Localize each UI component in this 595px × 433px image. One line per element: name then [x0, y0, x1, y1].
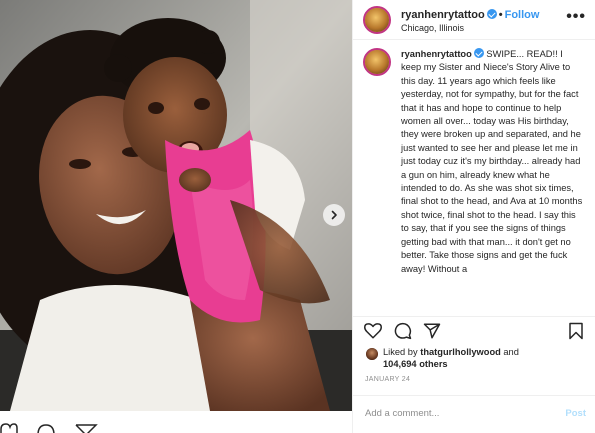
photo-illustration — [0, 0, 352, 411]
location-link[interactable]: Chicago, Illinois — [401, 23, 464, 33]
add-comment-row: Add a comment... Post — [353, 395, 595, 433]
separator-dot: • — [498, 9, 503, 21]
bookmark-icon[interactable] — [567, 322, 585, 340]
post-details-panel: ryanhenrytattoo • Follow Chicago, Illinois… — [352, 0, 595, 433]
heart-icon[interactable] — [364, 322, 382, 340]
caption: ryanhenrytattoo SWIPE... READ!! I keep m… — [401, 48, 585, 276]
likes-count-link[interactable]: 104,694 others — [383, 359, 448, 369]
caption-username[interactable]: ryanhenrytattoo — [401, 49, 472, 59]
heart-icon[interactable] — [0, 423, 18, 433]
caption-area: ryanhenrytattoo SWIPE... READ!! I keep m… — [353, 40, 595, 316]
comment-icon[interactable] — [36, 423, 56, 433]
post-header: ryanhenrytattoo • Follow Chicago, Illinois… — [353, 0, 595, 40]
post-photo[interactable] — [0, 0, 352, 411]
verified-badge-icon — [486, 9, 497, 19]
liked-by-prefix: Liked by — [383, 347, 418, 357]
verified-badge-icon — [473, 48, 484, 58]
header-username-line: ryanhenrytattoo • Follow — [401, 9, 539, 21]
action-bar — [353, 316, 595, 344]
caption-avatar[interactable] — [363, 48, 391, 76]
avatar[interactable] — [363, 6, 391, 34]
avatar-image — [365, 8, 389, 32]
post-comment-button[interactable]: Post — [565, 408, 586, 419]
liked-by-user-link[interactable]: thatgurlhollywood — [420, 347, 501, 357]
likes-summary: Liked by thatgurlhollywood and 104,694 o… — [383, 346, 519, 370]
avatar-image — [366, 348, 378, 360]
more-options-icon[interactable]: ••• — [566, 9, 586, 25]
next-slide-button[interactable] — [323, 204, 345, 226]
avatar-image — [365, 50, 389, 74]
username-link[interactable]: ryanhenrytattoo — [401, 9, 485, 21]
liked-by-and: and — [503, 347, 519, 357]
likes-row: Liked by thatgurlhollywood and 104,694 o… — [353, 344, 595, 374]
cropped-action-strip — [0, 411, 352, 433]
comment-icon[interactable] — [394, 322, 412, 340]
liker-avatar[interactable] — [365, 347, 379, 361]
follow-button[interactable]: Follow — [505, 9, 540, 21]
comment-input[interactable]: Add a comment... — [365, 408, 439, 419]
post-date[interactable]: JANUARY 24 — [365, 376, 410, 383]
share-icon[interactable] — [74, 423, 98, 433]
chevron-right-icon — [331, 210, 337, 220]
instagram-post-page: ryanhenrytattoo • Follow Chicago, Illinois… — [0, 0, 595, 433]
share-icon[interactable] — [423, 322, 441, 340]
caption-text: SWIPE... READ!! I keep my Sister and Nie… — [401, 49, 583, 274]
